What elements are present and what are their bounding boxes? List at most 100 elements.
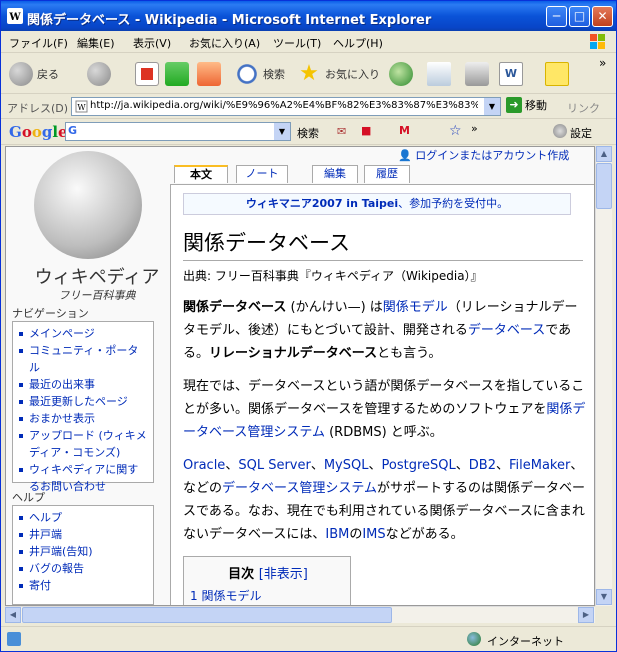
google-dropdown-icon[interactable]: ▼ [274,123,290,140]
wikipedia-logo[interactable]: ウィキペディア フリー百科事典 [22,151,159,302]
go-button[interactable]: ➜ 移動 [506,97,547,113]
nav-item-random[interactable]: おまかせ表示 [17,410,149,427]
edit-button[interactable]: W [499,60,523,88]
p1-text-1: (かんけい—) は [286,300,383,315]
p1-bold-term: 関係データベース [183,300,287,315]
help-item-help[interactable]: ヘルプ [17,509,149,526]
vertical-scroll-thumb[interactable] [596,163,612,209]
scroll-left-icon[interactable]: ◀ [5,607,21,623]
scroll-up-icon[interactable]: ▲ [596,146,612,162]
close-button[interactable]: ✕ [592,6,613,27]
search-button[interactable]: 検索 [235,60,285,88]
tab-edit[interactable]: 編集 [312,165,358,183]
p3-sep-4: 、 [455,458,469,473]
help-item-village-pump[interactable]: 井戸端 [17,526,149,543]
page-content: ウィキペディア フリー百科事典 ナビゲーション メインページ コミュニティ・ポー… [5,146,595,606]
zone-label: インターネット [487,635,564,648]
toolbar-chevron[interactable]: » [599,56,606,70]
google-g-icon: G [68,124,78,137]
maximize-button[interactable]: □ [569,6,590,27]
favorites-label: お気に入り [325,68,380,81]
p3-sep-5: 、 [495,458,509,473]
notice-link[interactable]: ウィキマニア2007 in Taipei [246,197,398,210]
scroll-down-icon[interactable]: ▼ [596,589,612,605]
help-item-donate[interactable]: 寄付 [17,577,149,594]
page-icon: W [75,100,88,113]
tab-article[interactable]: 本文 [174,165,228,183]
wikipedia-logo-subtitle: フリー百科事典 [58,289,136,302]
refresh-button[interactable] [165,60,189,88]
history-button[interactable] [389,60,413,88]
scroll-right-icon[interactable]: ▶ [578,607,594,623]
menu-favorites[interactable]: お気に入り(A) [189,35,260,51]
help-item-bug-report[interactable]: バグの報告 [17,560,149,577]
favorites-button[interactable]: ★ お気に入り [297,60,380,88]
go-label: 移動 [525,99,547,112]
title-bar: W 関係データベース - Wikipedia - Microsoft Inter… [1,1,616,31]
vertical-scrollbar[interactable]: ▲ ▼ [595,146,612,606]
star-bookmark-icon[interactable]: ☆ [449,123,462,139]
link-db2[interactable]: DB2 [469,458,496,473]
link-postgresql[interactable]: PostgreSQL [382,458,456,473]
nav-item-recent-changes[interactable]: 最近更新したページ [17,393,149,410]
toc-toggle[interactable]: [非表示] [259,567,308,582]
home-button[interactable] [197,60,221,88]
link-sql-server[interactable]: SQL Server [238,458,311,473]
menu-view[interactable]: 表示(V) [133,35,171,51]
google-chevron[interactable]: » [471,122,478,135]
back-button[interactable]: 戻る [9,60,59,88]
history-icon [389,62,413,86]
mail-button[interactable] [427,60,451,88]
messenger-button[interactable] [545,60,569,88]
bookmark-icon[interactable]: ✉ [337,125,346,138]
wikipedia-logo-title: ウィキペディア [34,267,160,288]
link-mysql[interactable]: MySQL [324,458,369,473]
horizontal-scrollbar[interactable]: ◀ ▶ [5,606,595,623]
menu-edit[interactable]: 編集(E) [77,35,115,51]
p3-text-3: の [349,527,363,542]
back-arrow-icon [9,62,33,86]
internet-zone-icon [467,632,481,646]
menu-file[interactable]: ファイル(F) [9,35,68,51]
links-button[interactable]: リンク [567,100,600,116]
nav-heading: ナビゲーション [12,307,89,320]
google-search-input[interactable]: G ▼ [65,122,291,141]
link-database[interactable]: データベース [468,323,545,338]
printer-icon [465,62,489,86]
nav-item-mainpage[interactable]: メインページ [17,325,149,342]
link-ibm[interactable]: IBM [325,527,349,542]
login-link[interactable]: 👤 ログインまたはアカウント作成 [398,147,569,163]
tab-talk[interactable]: ノート [236,165,288,183]
minimize-button[interactable]: ─ [546,6,567,27]
nav-item-upload[interactable]: アップロード (ウィキメディア・コモンズ) [17,427,149,461]
help-item-village-pump-notice[interactable]: 井戸端(告知) [17,543,149,560]
link-relational-model[interactable]: 関係モデル [383,300,448,315]
link-filemaker[interactable]: FileMaker [509,458,570,473]
horizontal-scroll-thumb[interactable] [22,607,392,623]
google-logo: Google [9,123,68,141]
notice-text: 、参加予約を受付中。 [398,197,509,210]
link-ims[interactable]: IMS [362,527,385,542]
print-button[interactable] [465,60,489,88]
p1-text-4: とも言う。 [377,346,442,361]
p3-text-4: などがある。 [385,527,464,542]
link-oracle[interactable]: Oracle [183,458,225,473]
forward-button[interactable] [87,60,111,88]
nav-item-current-events[interactable]: 最近の出来事 [17,376,149,393]
address-dropdown-icon[interactable]: ▼ [484,98,500,115]
toc-item[interactable]: 1 関係モデル [190,587,261,604]
tab-history[interactable]: 履歴 [364,165,410,183]
google-search-button[interactable]: 検索 [297,125,319,141]
address-input[interactable]: W http://ja.wikipedia.org/wiki/%E9%96%A2… [71,97,501,116]
menu-tools[interactable]: ツール(T) [273,35,321,51]
toc-title-row: 目次 [非表示] [184,563,352,582]
nav-item-community[interactable]: コミュニティ・ポータル [17,342,149,376]
window-title: 関係データベース - Wikipedia - Microsoft Interne… [27,13,432,28]
stop-button[interactable] [135,60,159,88]
link-dbms[interactable]: データベース管理システム [222,481,377,496]
p3-sep-6: 、 [570,458,584,473]
gmail-icon[interactable]: M [399,124,410,137]
google-settings-button[interactable]: 設定 [570,125,592,141]
menu-help[interactable]: ヘルプ(H) [333,35,383,51]
pagerank-icon[interactable]: ■ [361,124,371,137]
